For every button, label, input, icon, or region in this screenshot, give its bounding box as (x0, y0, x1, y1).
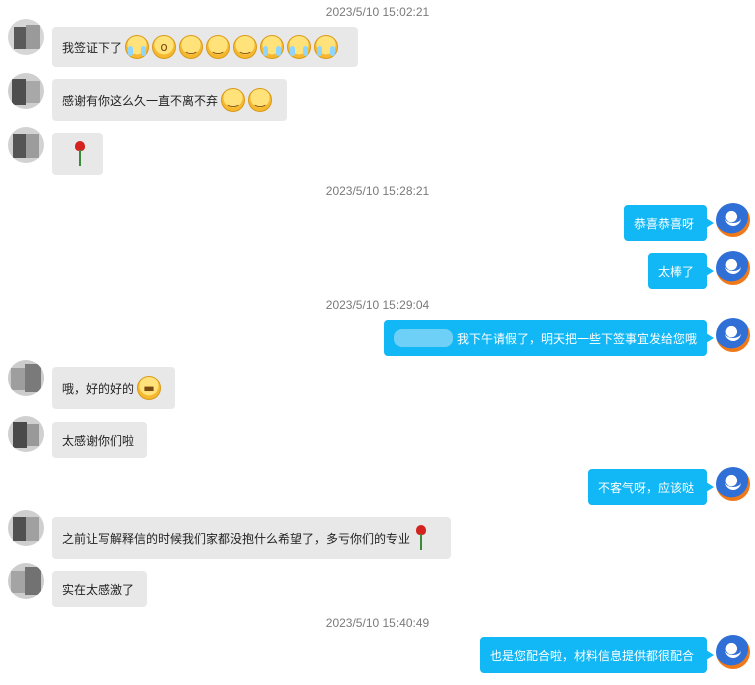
avatar[interactable] (8, 360, 44, 396)
shocked-emoji-icon: o (152, 35, 177, 59)
timestamp: 2023/5/10 15:02:21 (325, 5, 430, 19)
grin-emoji-icon: ▬ (137, 376, 162, 400)
message-text: 太棒了 (658, 264, 695, 279)
message-text: 感谢有你这么久一直不离不弃 (62, 93, 219, 108)
message-text: 太感谢你们啦 (62, 433, 135, 448)
message-bubble[interactable] (52, 133, 103, 175)
smug-emoji-icon: ‿ (206, 35, 231, 59)
message-bubble[interactable]: 实在太感激了 (52, 571, 147, 607)
message-bubble-outgoing[interactable]: 也是您配合啦，材料信息提供都很配合 (480, 637, 714, 673)
avatar[interactable] (8, 510, 44, 546)
timestamp: 2023/5/10 15:28:21 (325, 184, 430, 198)
message-text: 也是您配合啦，材料信息提供都很配合 (490, 648, 695, 663)
avatar[interactable] (716, 251, 750, 285)
avatar[interactable] (8, 19, 44, 55)
redacted-name (394, 329, 453, 347)
message-bubble[interactable]: 之前让写解释信的时候我们家都没抱什么希望了，多亏你们的专业 (52, 517, 451, 559)
message-text: 恭喜恭喜呀 (634, 216, 695, 231)
message-bubble-outgoing[interactable]: 不客气呀，应该哒 (588, 469, 714, 505)
message-bubble[interactable]: 感谢有你这么久一直不离不弃 ‿ ‿ (52, 79, 287, 121)
message-text: 哦，好的好的 (62, 381, 135, 396)
message-bubble[interactable]: 我签证下了 o ‿ ‿ ‿ (52, 27, 358, 67)
rose-icon (414, 525, 428, 551)
crying-emoji-icon (287, 35, 312, 59)
message-bubble[interactable]: 太感谢你们啦 (52, 422, 147, 458)
avatar[interactable] (716, 203, 750, 237)
avatar[interactable] (8, 416, 44, 452)
message-text: 我下午请假了，明天把一些下签事宜发给您哦 (456, 331, 697, 346)
timestamp: 2023/5/10 15:29:04 (325, 298, 430, 312)
message-bubble-outgoing[interactable]: 我下午请假了，明天把一些下签事宜发给您哦 (384, 320, 714, 356)
avatar[interactable] (8, 563, 44, 599)
timestamp: 2023/5/10 15:40:49 (325, 616, 430, 630)
crying-emoji-icon (125, 35, 150, 59)
message-text: 不客气呀，应该哒 (598, 480, 695, 495)
message-text: 我签证下了 (62, 40, 123, 55)
message-bubble[interactable]: 哦，好的好的 ▬ (52, 367, 175, 409)
smug-emoji-icon: ‿ (179, 35, 204, 59)
message-bubble-outgoing[interactable]: 恭喜恭喜呀 (624, 205, 714, 241)
avatar[interactable] (8, 127, 44, 163)
crying-emoji-icon (314, 35, 339, 59)
message-text: 实在太感激了 (62, 582, 135, 597)
avatar[interactable] (716, 467, 750, 501)
smug-emoji-icon: ‿ (221, 88, 246, 112)
rose-icon (73, 141, 87, 167)
message-text: 之前让写解释信的时候我们家都没抱什么希望了，多亏你们的专业 (62, 531, 411, 546)
message-bubble-outgoing[interactable]: 太棒了 (648, 253, 714, 289)
crying-emoji-icon (260, 35, 285, 59)
smug-emoji-icon: ‿ (233, 35, 258, 59)
smug-emoji-icon: ‿ (248, 88, 273, 112)
avatar[interactable] (716, 318, 750, 352)
avatar[interactable] (8, 73, 44, 109)
avatar[interactable] (716, 635, 750, 669)
